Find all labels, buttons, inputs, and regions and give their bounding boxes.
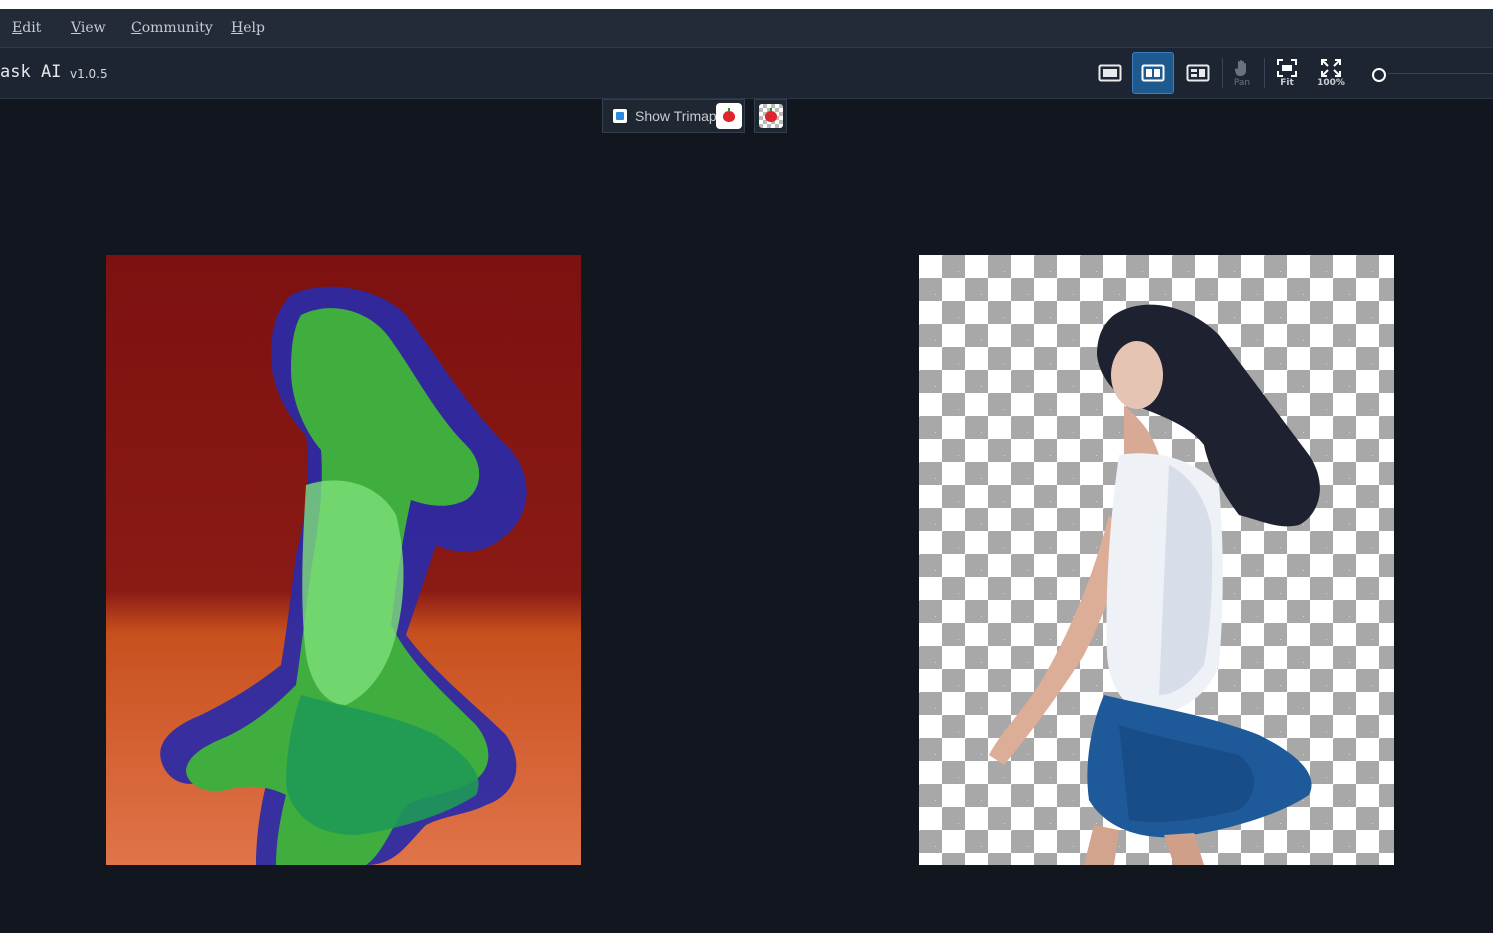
trimap-color-swatch[interactable] <box>716 103 742 129</box>
toolbar: ask AI v1.0.5 Pan Fit 100% <box>0 48 1493 99</box>
expand-100-icon <box>1321 58 1341 77</box>
fit-button[interactable]: Fit <box>1266 52 1308 94</box>
app-version: v1.0.5 <box>70 67 108 81</box>
trimap-preview-canvas[interactable] <box>106 255 581 865</box>
fit-label: Fit <box>1280 77 1294 88</box>
split-view-button[interactable] <box>1132 52 1174 94</box>
toolbar-separator <box>1264 58 1265 88</box>
split-view-icon <box>1141 64 1165 82</box>
apple-icon <box>723 107 735 122</box>
cutout-image <box>989 304 1320 865</box>
fit-screen-icon <box>1277 58 1297 77</box>
menu-view[interactable]: View <box>71 20 106 36</box>
transparent-bg-swatch[interactable] <box>754 99 787 133</box>
original-view-icon <box>1098 64 1122 82</box>
result-preview-canvas[interactable] <box>919 255 1394 865</box>
pan-button[interactable]: Pan <box>1221 52 1263 94</box>
zoom-100-label: 100% <box>1317 77 1345 88</box>
pan-label: Pan <box>1233 77 1251 88</box>
apple-icon <box>764 107 777 122</box>
menu-help[interactable]: Help <box>231 20 265 36</box>
zoom-slider-track[interactable] <box>1388 73 1493 74</box>
menu-edit[interactable]: Edit <box>12 20 41 36</box>
zoom-100-button[interactable]: 100% <box>1310 52 1352 94</box>
compare-view-button[interactable] <box>1177 52 1219 94</box>
window-top-edge <box>0 0 1493 9</box>
zoom-slider-knob[interactable] <box>1372 68 1386 82</box>
app-title: ask AI <box>0 62 62 82</box>
checkerboard-icon <box>758 104 783 128</box>
menu-community[interactable]: Community <box>131 20 213 36</box>
compare-view-icon <box>1186 64 1210 82</box>
menu-bar: Edit View Community Help <box>0 9 1493 48</box>
original-view-button[interactable] <box>1089 52 1131 94</box>
hand-pan-icon <box>1234 59 1246 76</box>
trimap-label: Show Trimap <box>635 108 717 124</box>
trimap-image <box>106 255 581 865</box>
trimap-checkbox[interactable] <box>613 109 627 123</box>
